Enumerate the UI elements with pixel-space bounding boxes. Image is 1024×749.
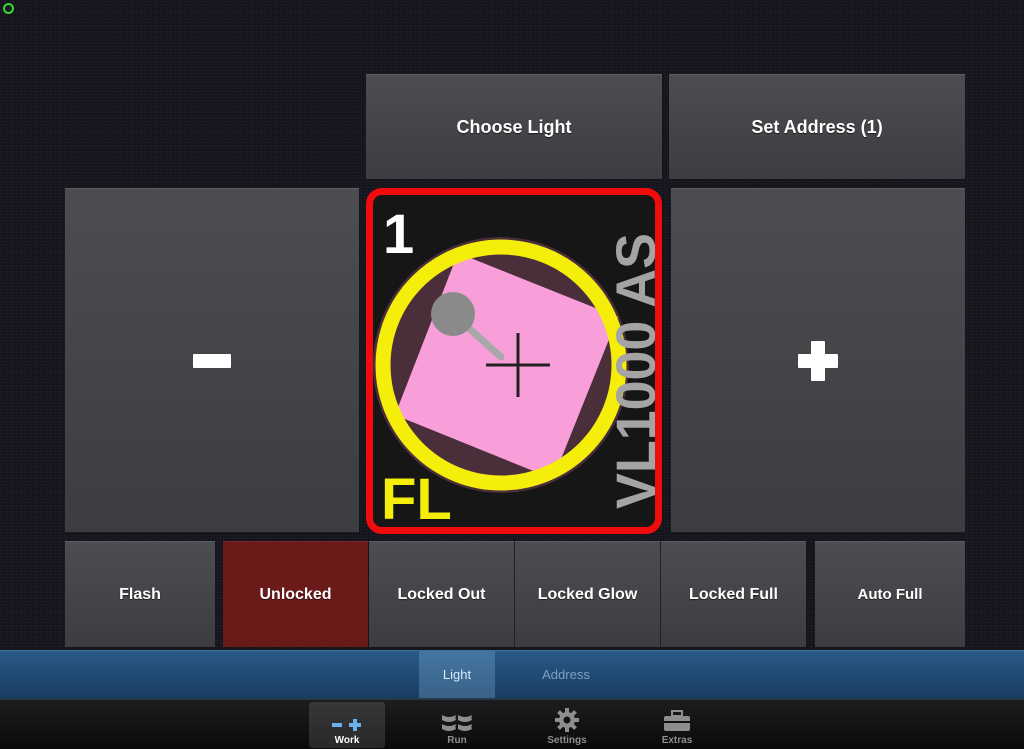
light-type: FL [381, 467, 452, 527]
auto-full-button[interactable]: Auto Full [815, 541, 965, 647]
decrease-button[interactable] [65, 188, 359, 532]
gear-icon [555, 708, 579, 732]
segment-light-label: Light [442, 667, 472, 682]
segment-address[interactable]: Address [505, 651, 627, 698]
locked-out-button[interactable]: Locked Out [369, 541, 514, 647]
locked-glow-label: Locked Glow [537, 585, 638, 603]
auto-full-label: Auto Full [857, 586, 923, 603]
set-address-label: Set Address (1) [751, 116, 883, 137]
light-model: VL1000 AS [604, 233, 655, 509]
locked-full-button[interactable]: Locked Full [661, 541, 806, 647]
choose-light-label: Choose Light [456, 116, 572, 137]
divider [514, 541, 515, 647]
tab-extras[interactable]: Extras [639, 702, 715, 748]
increase-button[interactable] [671, 188, 965, 532]
status-ring-icon [3, 3, 14, 14]
work-icon [332, 719, 361, 731]
set-address-button[interactable]: Set Address (1) [669, 74, 965, 179]
flash-label: Flash [119, 585, 161, 603]
segment-control: Light Address [0, 650, 1024, 700]
segment-address-label: Address [542, 667, 590, 682]
segment-light[interactable]: Light [419, 651, 495, 698]
locked-out-label: Locked Out [397, 585, 486, 603]
tab-run-label: Run [447, 735, 467, 746]
plus-icon [798, 340, 838, 381]
light-preview-panel[interactable]: 1 FL VL1000 AS [366, 188, 662, 534]
pan-tilt-knob[interactable] [431, 292, 475, 336]
minus-icon [193, 353, 231, 368]
locked-glow-button[interactable]: Locked Glow [515, 541, 660, 647]
tab-extras-label: Extras [661, 735, 693, 746]
tab-work-label: Work [334, 735, 360, 746]
tab-bar: Work Run Settings Extras [0, 699, 1024, 749]
unlocked-label: Unlocked [259, 585, 332, 603]
run-icon [442, 715, 472, 731]
light-beam-diagram: 1 FL VL1000 AS [373, 202, 655, 527]
tab-run[interactable]: Run [419, 702, 495, 748]
tab-work[interactable]: Work [309, 702, 385, 748]
flash-button[interactable]: Flash [65, 541, 215, 647]
choose-light-button[interactable]: Choose Light [366, 74, 662, 179]
tab-settings-label: Settings [547, 735, 587, 746]
toolbox-icon [664, 710, 690, 731]
locked-full-label: Locked Full [689, 585, 778, 603]
tab-settings[interactable]: Settings [529, 702, 605, 748]
light-number: 1 [383, 202, 414, 265]
unlocked-button[interactable]: Unlocked [223, 541, 368, 647]
divider [660, 541, 661, 647]
